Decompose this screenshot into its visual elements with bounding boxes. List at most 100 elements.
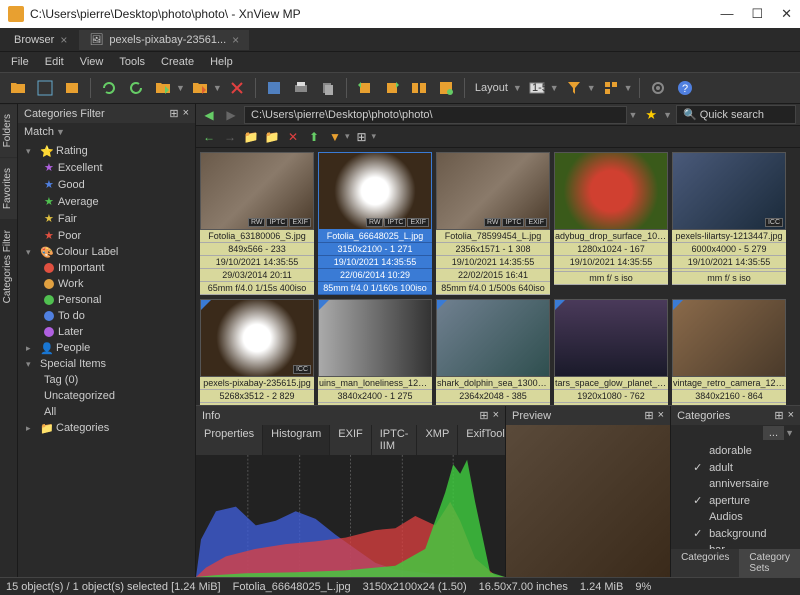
vtab-folders[interactable]: Folders [0, 104, 17, 157]
tree-item[interactable]: ★Good [18, 176, 195, 193]
chevron-down-icon[interactable]: ▼ [213, 83, 222, 93]
rotate-right-button[interactable] [380, 76, 404, 100]
tab-categories[interactable]: Categories [671, 549, 739, 577]
info-tab-histogram[interactable]: Histogram [263, 425, 330, 455]
tree-item[interactable]: ▸👤People [18, 340, 195, 356]
fullscreen-button[interactable] [33, 76, 57, 100]
info-tab-properties[interactable]: Properties [196, 425, 263, 455]
forward-button[interactable]: ▶ [222, 106, 240, 124]
info-tab-iptc-iim[interactable]: IPTC-IIM [372, 425, 418, 455]
tree-item[interactable]: All [18, 404, 195, 420]
refresh-button[interactable] [97, 76, 121, 100]
move-to-button[interactable] [188, 76, 212, 100]
search-input[interactable]: 🔍 Quick search [676, 105, 796, 124]
match-dropdown[interactable]: Match ▼ [18, 123, 195, 141]
menu-view[interactable]: View [73, 54, 111, 70]
tree-item[interactable]: ▾🎨Colour Label [18, 244, 195, 260]
more-button[interactable]: ... [763, 426, 784, 440]
tree-item[interactable]: Tag (0) [18, 372, 195, 388]
category-item[interactable]: ✓background [673, 525, 798, 542]
panel-close-icon[interactable]: × [788, 409, 794, 422]
panel-menu-icon[interactable]: ⊞ [479, 409, 488, 422]
reload-button[interactable] [124, 76, 148, 100]
thumbnail-size-button[interactable]: 1-5 [525, 76, 549, 100]
info-tab-exif[interactable]: EXIF [330, 425, 371, 455]
nav-forward-button[interactable]: → [221, 128, 239, 146]
thumbnail-card[interactable]: RWIPTCEXIFFotolia_63180006_S.jpg849x566 … [200, 152, 314, 295]
print-button[interactable] [289, 76, 313, 100]
tree-item[interactable]: Work [18, 276, 195, 292]
path-input[interactable]: C:\Users\pierre\Desktop\photo\photo\ [244, 106, 627, 124]
tree-item[interactable]: ▾Special Items [18, 356, 195, 372]
chevron-down-icon[interactable]: ▼ [785, 428, 794, 438]
tree-item[interactable]: ★Poor [18, 227, 195, 244]
chevron-down-icon[interactable]: ▼ [587, 83, 596, 93]
filter-button[interactable]: ▼ [326, 128, 344, 146]
menu-file[interactable]: File [4, 54, 36, 70]
chevron-down-icon[interactable]: ▼ [176, 83, 185, 93]
menu-create[interactable]: Create [154, 54, 201, 70]
save-button[interactable] [262, 76, 286, 100]
category-item[interactable]: anniversaire [673, 476, 798, 492]
tree-item[interactable]: ★Fair [18, 210, 195, 227]
category-item[interactable]: ✓aperture [673, 492, 798, 509]
copy-button[interactable] [316, 76, 340, 100]
chevron-down-icon[interactable]: ▼ [550, 83, 559, 93]
folder-icon[interactable]: 📁 [242, 128, 260, 146]
maximize-button[interactable]: ☐ [751, 6, 763, 22]
close-icon[interactable]: × [232, 33, 239, 47]
tree-item[interactable]: ★Average [18, 193, 195, 210]
slideshow-button[interactable] [60, 76, 84, 100]
category-item[interactable]: ✓adult [673, 459, 798, 476]
thumbnail-card[interactable]: RWIPTCEXIFFotolia_66648025_L.jpg3150x210… [318, 152, 432, 295]
minimize-button[interactable]: — [720, 6, 733, 22]
nav-back-button[interactable]: ← [200, 128, 218, 146]
thumbnail-card[interactable]: adybug_drop_surface_1062...1280x1024 - 1… [554, 152, 668, 295]
open-folder-button[interactable] [6, 76, 30, 100]
menu-edit[interactable]: Edit [38, 54, 71, 70]
tree-item[interactable]: Later [18, 324, 195, 340]
thumbnail-card[interactable]: tars_space_glow_planet_99...1920x1080 - … [554, 299, 668, 405]
grid-button[interactable]: ⊞ [353, 128, 371, 146]
thumbnail-card[interactable]: RWIPTCEXIFFotolia_78599454_L.jpg2356x157… [436, 152, 550, 295]
sort-button[interactable] [562, 76, 586, 100]
close-icon[interactable]: × [60, 33, 67, 47]
tree-item[interactable]: Uncategorized [18, 388, 195, 404]
tree-item[interactable]: Important [18, 260, 195, 276]
chevron-down-icon[interactable]: ▼ [629, 110, 638, 120]
settings-button[interactable] [646, 76, 670, 100]
panel-menu-icon[interactable]: ⊞ [774, 409, 783, 422]
tree-item[interactable]: Personal [18, 292, 195, 308]
tree-item[interactable]: ▸📁Categories [18, 420, 195, 436]
panel-close-icon[interactable]: × [493, 409, 499, 422]
tab-category-sets[interactable]: Category Sets [739, 549, 800, 577]
new-folder-button[interactable]: 📁 [263, 128, 281, 146]
category-item[interactable]: bar [673, 542, 798, 549]
menu-help[interactable]: Help [203, 54, 240, 70]
back-button[interactable]: ◀ [200, 106, 218, 124]
tree-item[interactable]: To do [18, 308, 195, 324]
compare-button[interactable] [407, 76, 431, 100]
tree-item[interactable]: ★Excellent [18, 159, 195, 176]
tree-item[interactable]: ▾⭐Rating [18, 143, 195, 159]
up-button[interactable]: ⬆ [305, 128, 323, 146]
panel-close-icon[interactable]: × [658, 409, 664, 422]
tab-image[interactable]: 🖼 pexels-pixabay-23561... × [79, 30, 249, 50]
convert-button[interactable] [434, 76, 458, 100]
thumbnail-card[interactable]: vintage_retro_camera_1265...3840x2160 - … [672, 299, 786, 405]
menu-tools[interactable]: Tools [112, 54, 152, 70]
info-tab-xmp[interactable]: XMP [417, 425, 458, 455]
thumbnail-card[interactable]: ICCpexels-lilartsy-1213447.jpg6000x4000 … [672, 152, 786, 295]
thumbnail-card[interactable]: uins_man_loneliness_12427...3840x2400 - … [318, 299, 432, 405]
thumbnail-card[interactable]: ICCpexels-pixabay-235615.jpg5268x3512 - … [200, 299, 314, 405]
view-mode-button[interactable] [599, 76, 623, 100]
delete-button[interactable] [225, 76, 249, 100]
vtab-categories-filter[interactable]: Categories Filter [0, 220, 17, 313]
chevron-down-icon[interactable]: ▼ [624, 83, 633, 93]
category-item[interactable]: Audios [673, 509, 798, 525]
copy-to-button[interactable] [151, 76, 175, 100]
panel-menu-icon[interactable]: ⊞ [644, 409, 653, 422]
tab-browser[interactable]: Browser × [4, 30, 77, 50]
favorite-button[interactable]: ★ [641, 107, 661, 123]
help-button[interactable]: ? [673, 76, 697, 100]
